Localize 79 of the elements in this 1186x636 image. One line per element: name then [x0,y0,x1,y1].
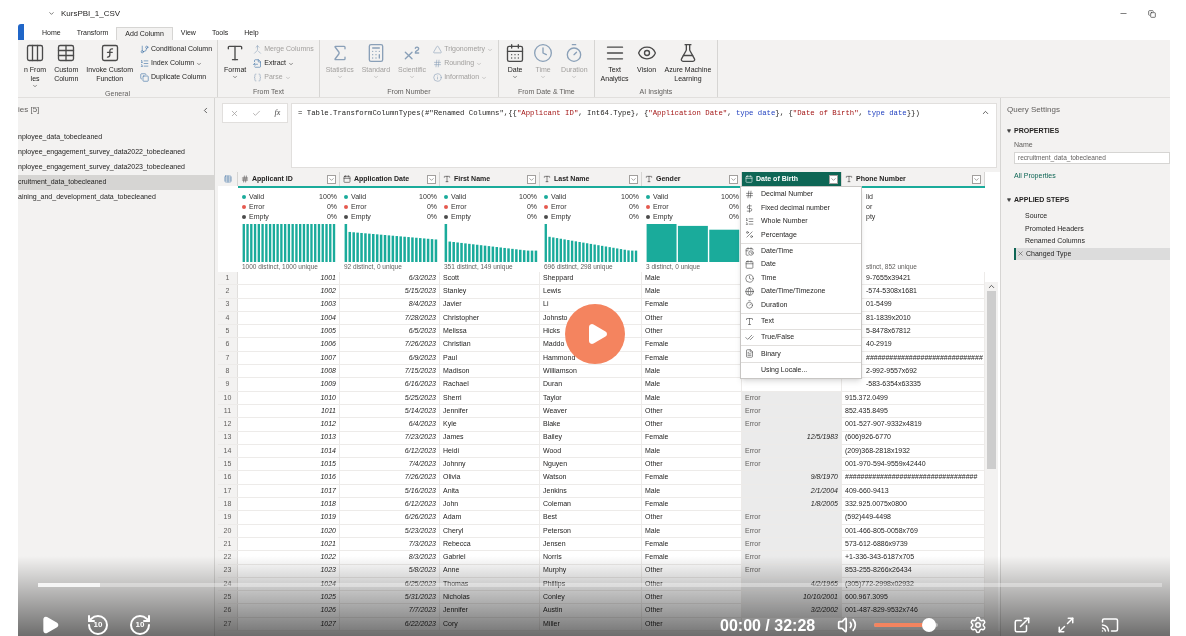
copy-icon [140,73,149,82]
time-display: 00:00 / 32:28 [720,617,816,633]
globe-icon [744,286,754,296]
expanded-icon[interactable] [1007,129,1011,134]
merge-icon [253,45,263,54]
triangle-icon [433,45,443,54]
function-icon [99,43,120,63]
quick-access-icon[interactable] [48,10,55,17]
timer-icon [744,300,754,310]
skip-back-button[interactable]: 10 [86,613,110,636]
caret-icon [730,175,737,183]
popout-icon[interactable] [1013,616,1032,634]
hash-icon [241,175,249,183]
caret-icon [328,175,335,183]
rewind-icon [86,613,110,636]
hash-icon [744,190,754,200]
calendar-icon [505,43,526,63]
percent-icon [744,230,754,240]
restore-icon[interactable] [1148,9,1156,18]
dropdown-button[interactable] [829,174,838,184]
text-type-icon [443,175,451,183]
numbered-list-icon [744,216,754,226]
caret-icon [428,175,435,183]
scrollbar[interactable] [985,282,998,631]
forward-icon [128,613,152,636]
caret-icon [973,175,980,183]
settings-icon[interactable] [969,616,988,634]
cancel-icon[interactable] [229,108,239,118]
numbered-list-icon [140,59,149,68]
calendar-icon [744,260,754,270]
double-check-icon [744,333,754,343]
braces-icon [253,73,263,82]
collapse-icon[interactable] [201,105,210,115]
columns-icon [25,43,46,63]
play-icon[interactable] [40,615,60,635]
cast-icon[interactable] [1101,616,1120,634]
scrollbar-thumb[interactable] [987,291,996,469]
caret-icon [232,74,239,80]
calendar-clock-icon [744,246,754,256]
collapse-formula-icon[interactable] [981,108,990,117]
skip-forward-button[interactable]: 10 [128,613,152,636]
text-type-icon [744,316,754,326]
branch-icon [140,45,149,54]
document-icon [744,349,754,359]
queries-title: ies [5] [18,104,40,116]
table-icon [56,43,77,63]
panel-title: Query Settings [1007,104,1061,116]
caret-icon [196,60,203,67]
table-menu-button[interactable] [218,172,238,186]
file-tab[interactable] [18,24,24,40]
hash-icon [433,59,443,68]
caret-icon [830,175,837,183]
window-title: KursPBI_1_CSV [61,7,121,20]
insert-function-button[interactable]: fx [274,107,281,119]
clock-icon [744,273,754,283]
volume-icon[interactable] [837,615,858,635]
caret-icon [512,74,519,80]
scroll-up-icon[interactable] [987,282,996,291]
info-icon [433,73,443,82]
caret-icon [409,74,416,80]
caret-icon [630,175,637,183]
caret-icon [571,74,578,80]
extract-icon [253,59,263,68]
caret-icon [32,83,39,89]
text-type-icon [845,175,853,183]
calendar-icon [745,175,753,183]
clock-icon [533,43,554,63]
fullscreen-icon[interactable] [1057,616,1076,634]
delete-step-icon[interactable] [1017,250,1024,258]
caret-icon [540,74,547,80]
table-icon [223,175,232,183]
caret-icon [372,74,379,80]
dollar-icon [744,203,754,213]
caret-icon [336,74,343,80]
calendar-icon [343,175,351,183]
text-type-icon [645,175,653,183]
caret-icon [528,175,535,183]
expanded-icon[interactable] [1007,197,1011,202]
text-type-icon [543,175,551,183]
